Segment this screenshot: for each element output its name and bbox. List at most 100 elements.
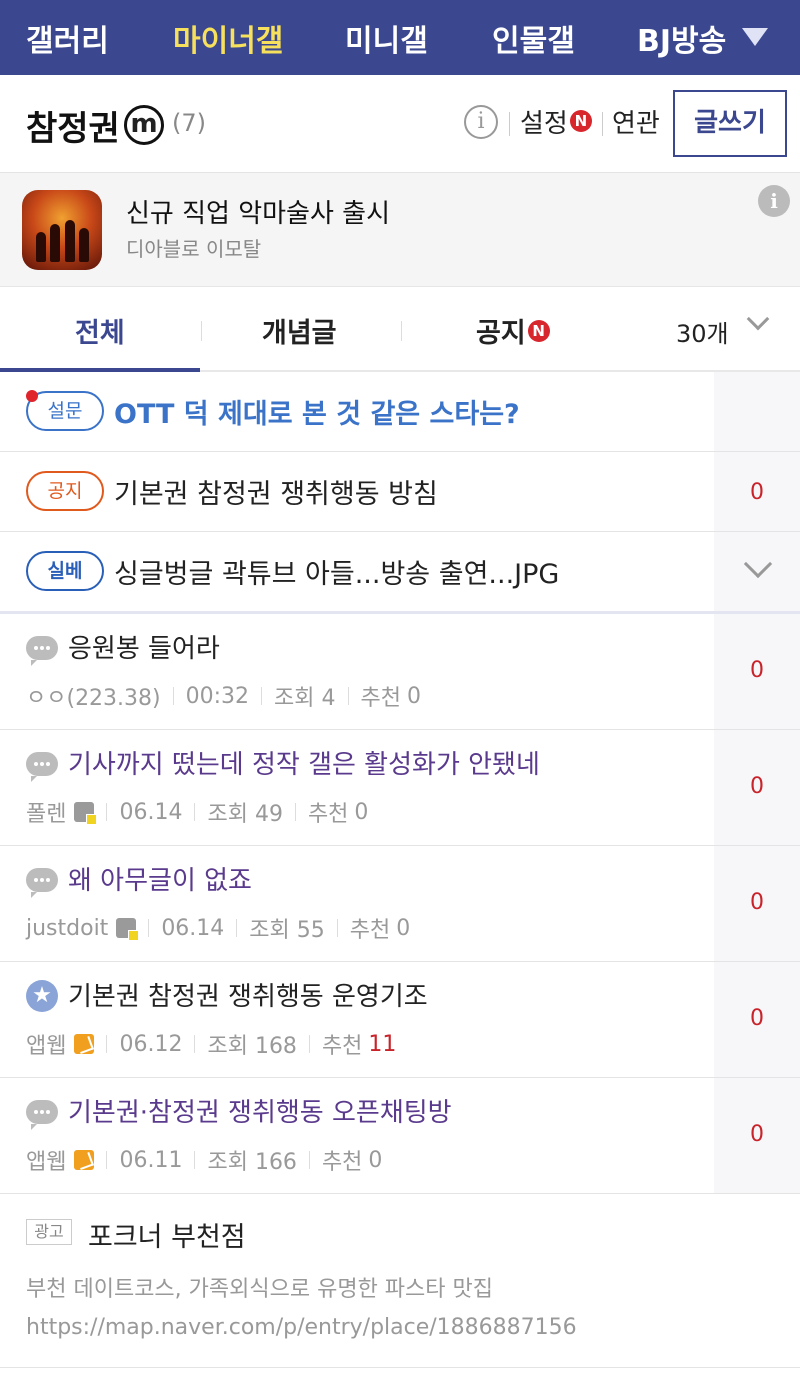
reply-count: 0: [750, 1122, 764, 1147]
tab-notice-label: 공지: [476, 318, 526, 349]
post-recommend-label: 추천: [321, 1150, 363, 1175]
page-size-select[interactable]: 30개: [676, 314, 729, 349]
post-author[interactable]: ㅇㅇ(223.38): [26, 680, 161, 712]
post-recommend: 0: [407, 683, 421, 709]
nav-tab-person-gallery[interactable]: 인물갤: [492, 16, 575, 60]
ad-info-icon[interactable]: i: [758, 185, 790, 217]
gallery-header: 참정권 m (7) i 설정 N 연관 글쓰기: [0, 75, 800, 173]
row-shade: [714, 372, 800, 451]
new-dot: [26, 390, 38, 402]
settings-label: 설정: [520, 109, 568, 139]
notice-title[interactable]: OTT 덕 제대로 본 것 같은 스타는?: [114, 392, 520, 431]
ad-post-url[interactable]: https://map.naver.com/p/entry/place/1886…: [26, 1315, 577, 1340]
gallog-icon[interactable]: [74, 1150, 95, 1170]
post-date: 06.14: [119, 799, 183, 825]
post-views: 조회 49: [207, 802, 283, 827]
new-badge: N: [569, 110, 592, 132]
notice-row-survey[interactable]: 설문 OTT 덕 제대로 본 것 같은 스타는?: [0, 372, 800, 452]
post-title[interactable]: 응원봉 들어라: [68, 628, 220, 665]
notice-row-announcement[interactable]: 공지 기본권 참정권 쟁취행동 방침 0: [0, 452, 800, 532]
settings-link[interactable]: 설정 N: [520, 103, 592, 140]
tab-concept-posts[interactable]: 개념글: [262, 311, 337, 350]
comment-bubble-icon: [26, 868, 58, 898]
comment-bubble-icon: [26, 636, 58, 666]
ad-post-title[interactable]: 포크너 부천점: [88, 1215, 246, 1254]
post-views: 조회 55: [249, 918, 325, 943]
gallery-title[interactable]: 참정권: [26, 101, 120, 150]
list-item[interactable]: 기사까지 떴는데 정작 갤은 활성화가 안됐네 폴렌 06.14 조회 49 추…: [0, 730, 800, 846]
list-item[interactable]: ★ 기본권 참정권 쟁취행동 운영기조 앱웹 06.12 조회 168 추천 11…: [0, 962, 800, 1078]
post-meta: 앱웹 06.11 조회 166 추천 0: [26, 1144, 382, 1176]
divider: [602, 112, 603, 136]
ad-post-description: 부천 데이트코스, 가족외식으로 유명한 파스타 맛집: [26, 1277, 494, 1302]
post-recommend-label: 추천: [307, 802, 349, 827]
info-icon[interactable]: i: [464, 105, 498, 139]
gallery-count: (7): [172, 109, 206, 137]
top-nav: 갤러리 마이너갤 미니갤 인물갤 BJ방송: [0, 0, 800, 75]
nav-tab-bj-broadcast[interactable]: BJ방송: [637, 16, 726, 60]
list-item[interactable]: 기본권·참정권 쟁취행동 오픈채팅방 앱웹 06.11 조회 166 추천 0 0: [0, 1078, 800, 1194]
write-button[interactable]: 글쓰기: [673, 90, 787, 157]
post-recommend-label: 추천: [321, 1034, 363, 1059]
gallog-icon[interactable]: [74, 802, 98, 825]
post-views: 조회 4: [274, 686, 336, 711]
post-date: 06.12: [119, 1031, 183, 1057]
post-author[interactable]: justdoit: [26, 916, 108, 941]
post-date: 00:32: [185, 683, 250, 709]
reply-count: 0: [750, 890, 764, 915]
gallog-icon[interactable]: [116, 918, 140, 941]
post-title[interactable]: 기본권·참정권 쟁취행동 오픈채팅방: [68, 1092, 452, 1129]
list-item[interactable]: 응원봉 들어라 ㅇㅇ(223.38) 00:32 조회 4 추천 0 0: [0, 614, 800, 730]
ad-label: 광고: [26, 1219, 72, 1245]
comment-bubble-icon: [26, 1100, 58, 1130]
post-author[interactable]: 폴렌: [26, 796, 66, 828]
post-author[interactable]: 앱웹: [26, 1028, 66, 1060]
related-link[interactable]: 연관: [612, 103, 660, 140]
post-recommend: 0: [368, 1147, 383, 1173]
post-title[interactable]: 왜 아무글이 없죠: [68, 860, 252, 897]
star-icon: ★: [26, 980, 58, 1012]
list-item[interactable]: 왜 아무글이 없죠 justdoit 06.14 조회 55 추천 0 0: [0, 846, 800, 962]
best-tag: 실베: [26, 551, 104, 591]
app-icon: [22, 190, 102, 270]
comment-bubble-icon: [26, 752, 58, 782]
reply-count: 0: [750, 1006, 764, 1031]
gallog-icon[interactable]: [74, 1034, 95, 1054]
post-recommend: 0: [396, 915, 411, 941]
post-title[interactable]: 기본권 참정권 쟁취행동 운영기조: [68, 976, 428, 1013]
post-meta: justdoit 06.14 조회 55 추천 0: [26, 912, 410, 944]
post-date: 06.14: [161, 915, 225, 941]
divider: [201, 321, 202, 341]
post-title[interactable]: 기사까지 떴는데 정작 갤은 활성화가 안됐네: [68, 744, 540, 781]
nav-expand-icon[interactable]: [742, 28, 768, 46]
new-badge: N: [527, 320, 550, 342]
tab-all[interactable]: 전체: [75, 311, 125, 350]
post-views: 조회 168: [207, 1034, 297, 1059]
reply-count: 0: [750, 658, 764, 683]
post-recommend: 0: [354, 799, 369, 825]
tab-notice[interactable]: 공지 N: [476, 311, 550, 350]
notice-title[interactable]: 싱글벙글 곽튜브 아들...방송 출연...JPG: [114, 552, 559, 591]
post-meta: ㅇㅇ(223.38) 00:32 조회 4 추천 0: [26, 680, 421, 712]
post-meta: 폴렌 06.14 조회 49 추천 0: [26, 796, 368, 828]
minor-gallery-icon: m: [124, 105, 164, 145]
reply-count: 0: [750, 480, 764, 505]
ad-banner-subtitle: 디아블로 이모탈: [126, 237, 262, 261]
post-meta: 앱웹 06.12 조회 168 추천 11: [26, 1028, 396, 1060]
ad-post[interactable]: 광고 포크너 부천점 부천 데이트코스, 가족외식으로 유명한 파스타 맛집 h…: [0, 1193, 800, 1368]
notice-title[interactable]: 기본권 참정권 쟁취행동 방침: [114, 472, 438, 511]
notice-tag: 공지: [26, 471, 104, 511]
post-author[interactable]: 앱웹: [26, 1144, 66, 1176]
reply-count: 0: [750, 774, 764, 799]
post-date: 06.11: [119, 1147, 183, 1173]
nav-tab-minor-gallery[interactable]: 마이너갤: [173, 16, 283, 60]
ad-banner[interactable]: 신규 직업 악마술사 출시 디아블로 이모탈 i: [0, 173, 800, 287]
chevron-down-icon[interactable]: [746, 307, 770, 331]
post-recommend-label: 추천: [349, 918, 391, 943]
notice-row-best[interactable]: 실베 싱글벙글 곽튜브 아들...방송 출연...JPG: [0, 532, 800, 612]
nav-tab-gallery[interactable]: 갤러리: [26, 16, 109, 60]
nav-tab-mini-gallery[interactable]: 미니갤: [345, 16, 428, 60]
post-views: 조회 166: [207, 1150, 297, 1175]
ad-banner-title: 신규 직업 악마술사 출시: [126, 199, 390, 229]
divider: [401, 321, 402, 341]
